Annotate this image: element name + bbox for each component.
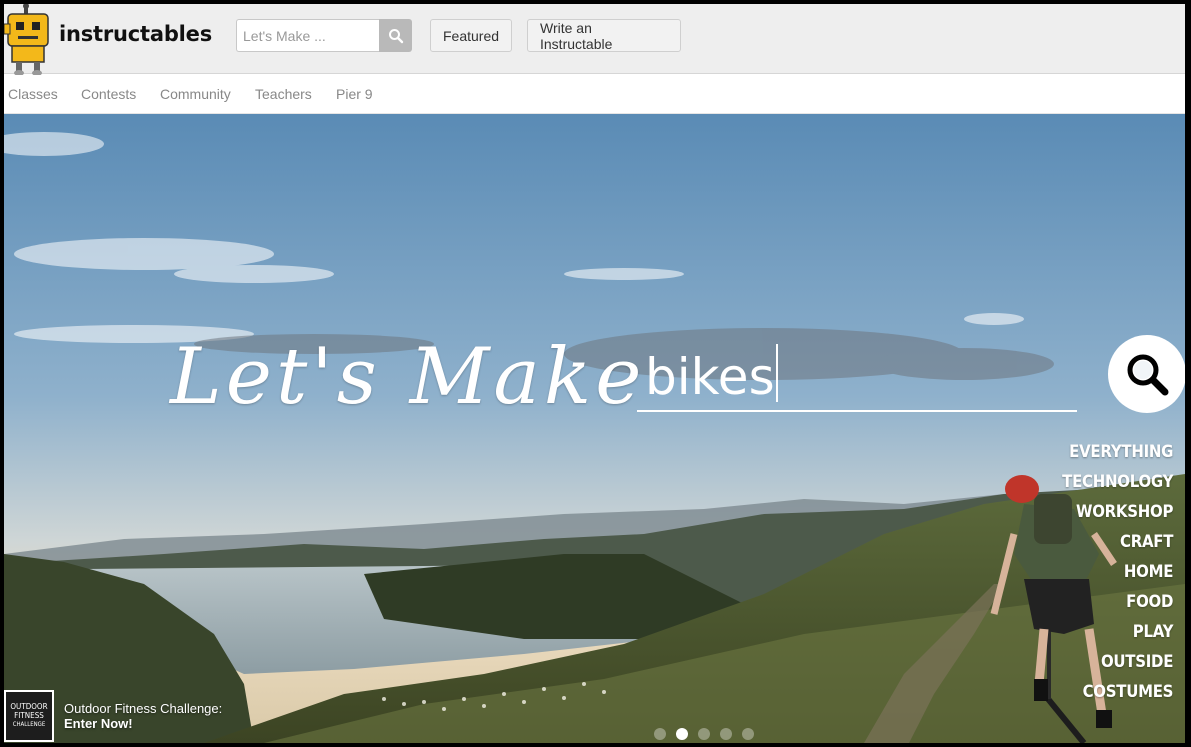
hero-banner: Let's Make bikes EVERYTHING TECHNOLOGY W… [4, 114, 1185, 743]
subnav-classes[interactable]: Classes [8, 86, 58, 102]
category-technology[interactable]: TECHNOLOGY [1062, 467, 1173, 497]
category-everything[interactable]: EVERYTHING [1062, 437, 1173, 467]
slide-indicators [654, 728, 754, 740]
category-play[interactable]: PLAY [1062, 617, 1174, 647]
header-search-button[interactable] [379, 19, 412, 52]
contest-promo[interactable]: OUTDOOR FITNESS CHALLENGE Outdoor Fitnes… [4, 688, 222, 743]
robot-logo-icon[interactable] [4, 4, 52, 76]
hero-background-image [4, 114, 1185, 743]
slide-dot[interactable] [654, 728, 666, 740]
slide-dot[interactable] [742, 728, 754, 740]
subnav-contests[interactable]: Contests [81, 86, 136, 102]
hero-search-value: bikes [645, 348, 775, 406]
hero-search-button[interactable] [1108, 335, 1185, 413]
contest-text[interactable]: Outdoor Fitness Challenge: Enter Now! [64, 701, 222, 731]
category-list: EVERYTHING TECHNOLOGY WORKSHOP CRAFT HOM… [1047, 437, 1173, 707]
category-outside[interactable]: OUTSIDE [1062, 647, 1173, 677]
write-instructable-button[interactable]: Write an Instructable [527, 19, 681, 52]
subnav-teachers[interactable]: Teachers [255, 86, 312, 102]
contest-thumbnail[interactable]: OUTDOOR FITNESS CHALLENGE [4, 689, 54, 742]
search-icon [388, 28, 403, 43]
slide-dot[interactable] [698, 728, 710, 740]
hero-search-input[interactable]: bikes [637, 332, 1077, 412]
category-workshop[interactable]: WORKSHOP [1062, 497, 1173, 527]
contest-title: Outdoor Fitness Challenge: [64, 700, 223, 716]
brand-name[interactable]: instructables [59, 22, 212, 46]
category-costumes[interactable]: COSTUMES [1062, 677, 1173, 707]
slide-dot[interactable] [720, 728, 732, 740]
subnav-pier9[interactable]: Pier 9 [336, 86, 373, 102]
site-header: instructables Let's Make ... Featured Wr… [4, 4, 1185, 76]
text-caret [775, 344, 778, 402]
category-craft[interactable]: CRAFT [1062, 527, 1173, 557]
category-food[interactable]: FOOD [1062, 587, 1173, 617]
featured-button[interactable]: Featured [430, 19, 512, 52]
hero-headline: Let's Make [170, 332, 646, 422]
slide-dot-active[interactable] [676, 728, 688, 740]
subnav-community[interactable]: Community [160, 86, 231, 102]
browser-viewport: instructables Let's Make ... Featured Wr… [4, 4, 1185, 743]
hero-search-icon [1127, 354, 1169, 396]
category-home[interactable]: HOME [1062, 557, 1174, 587]
header-search-input[interactable]: Let's Make ... [236, 19, 380, 52]
contest-cta[interactable]: Enter Now! [64, 716, 133, 731]
sub-navigation: Classes Contests Community Teachers Pier… [4, 75, 1185, 114]
